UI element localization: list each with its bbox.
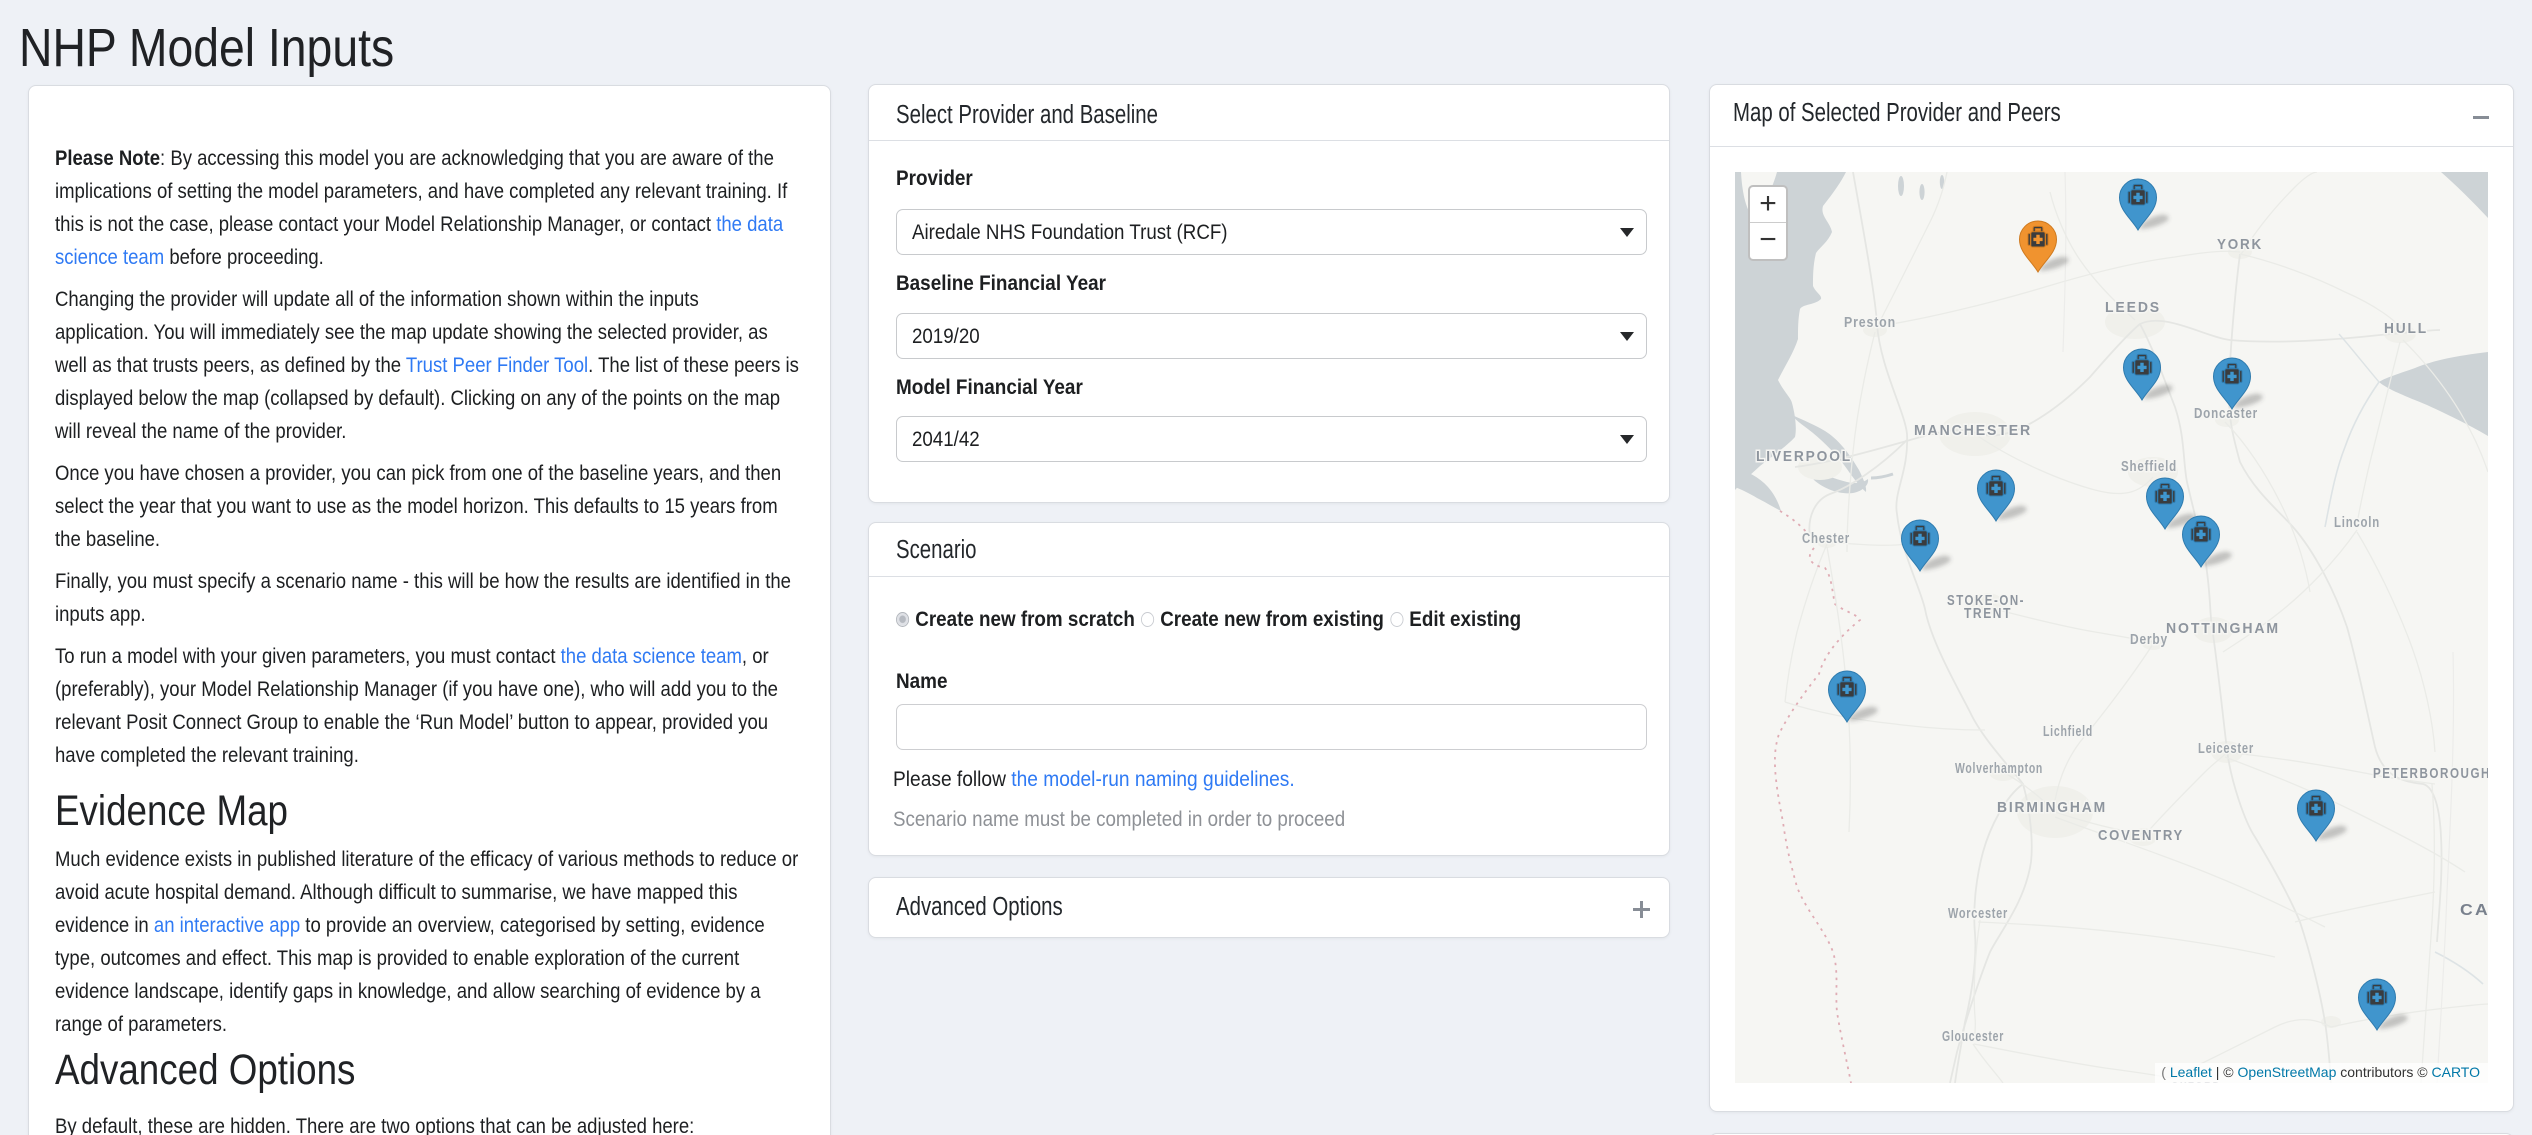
svg-text:Derby: Derby: [2130, 632, 2168, 648]
svg-text:CA: CA: [2460, 902, 2488, 919]
svg-text:Leicester: Leicester: [2198, 741, 2254, 757]
svg-text:Lichfield: Lichfield: [2043, 724, 2093, 740]
svg-text:Preston: Preston: [1844, 315, 1896, 331]
svg-text:HULL: HULL: [2384, 320, 2428, 337]
svg-text:Chester: Chester: [1802, 531, 1850, 547]
svg-text:YORK: YORK: [2217, 236, 2263, 253]
svg-text:Worcester: Worcester: [1948, 906, 2008, 922]
svg-text:Lincoln: Lincoln: [2334, 515, 2380, 531]
svg-text:PETERBOROUGH: PETERBOROUGH: [2373, 765, 2488, 782]
svg-text:Sheffield: Sheffield: [2121, 459, 2177, 475]
svg-text:NOTTINGHAM: NOTTINGHAM: [2166, 620, 2280, 637]
svg-text:Wolverhampton: Wolverhampton: [1955, 761, 2043, 777]
svg-text:LIVERPOOL: LIVERPOOL: [1756, 448, 1852, 465]
svg-text:MANCHESTER: MANCHESTER: [1914, 422, 2032, 439]
svg-text:COVENTRY: COVENTRY: [2098, 827, 2184, 844]
svg-text:TRENT: TRENT: [1964, 605, 2012, 622]
svg-text:Gloucester: Gloucester: [1942, 1029, 2004, 1045]
svg-text:BIRMINGHAM: BIRMINGHAM: [1997, 799, 2107, 816]
svg-text:Doncaster: Doncaster: [2194, 406, 2258, 422]
svg-text:LEEDS: LEEDS: [2105, 299, 2161, 316]
